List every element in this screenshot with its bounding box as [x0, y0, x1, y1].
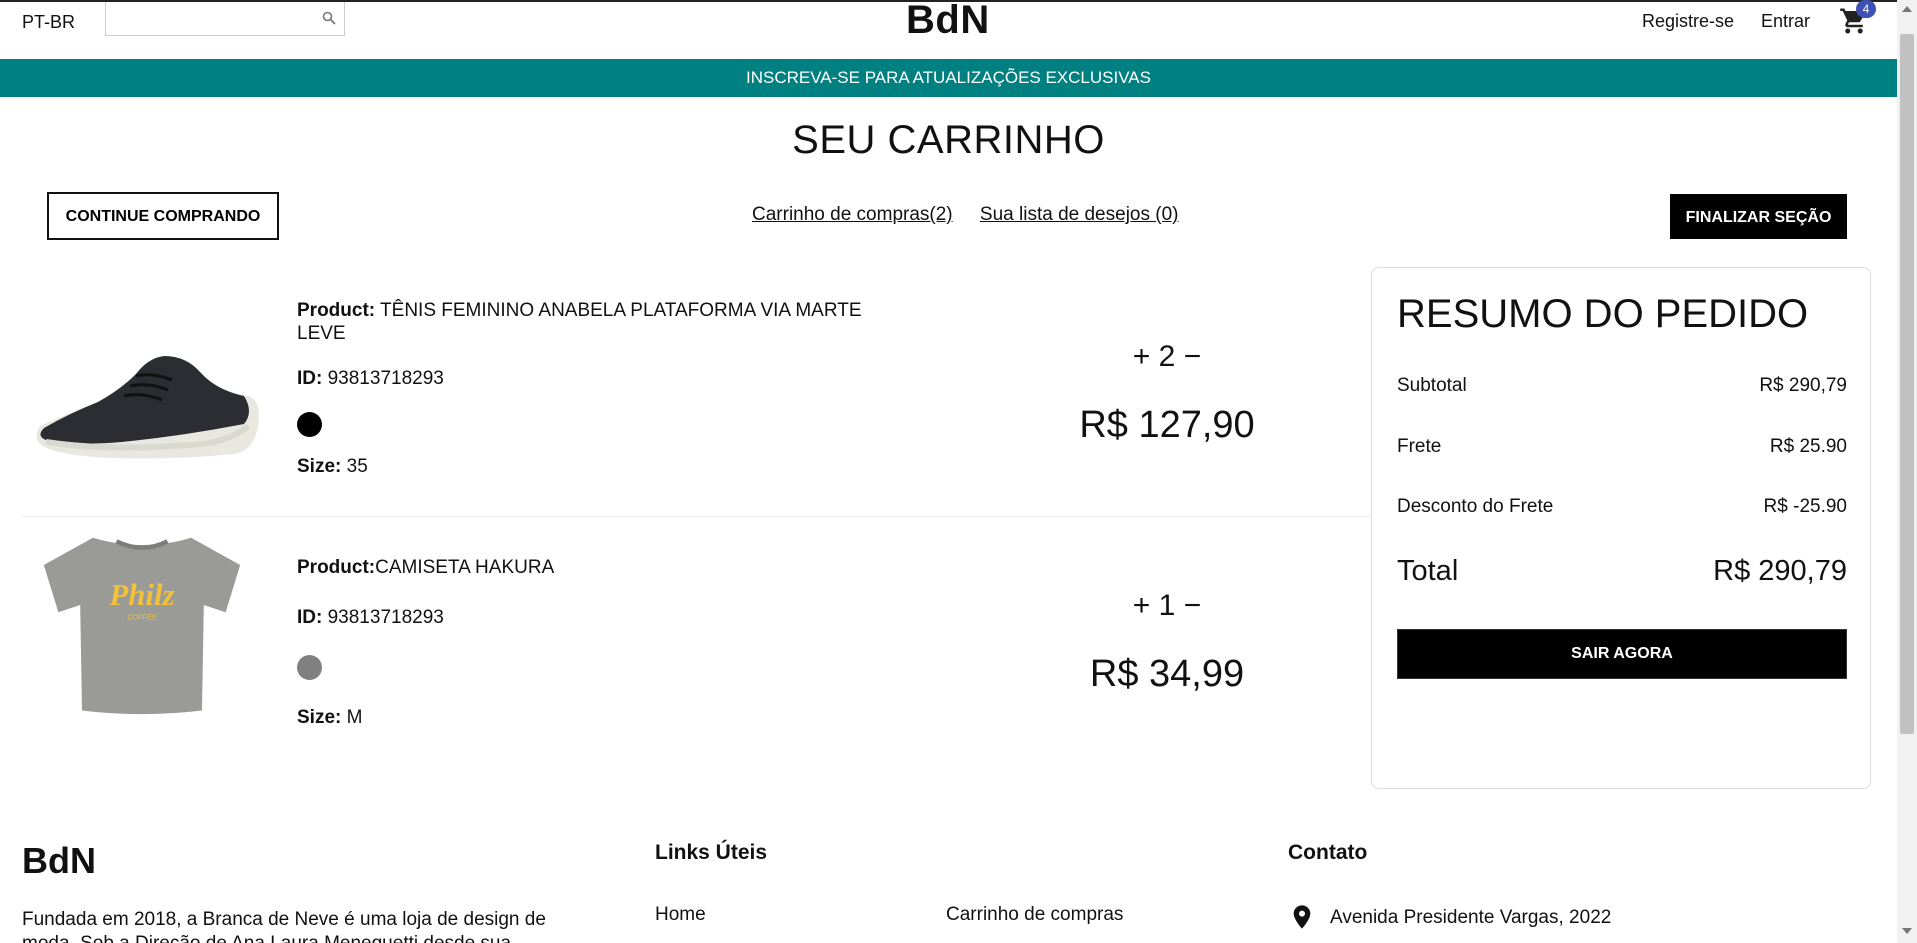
register-link[interactable]: Registre-se [1642, 11, 1734, 32]
links-heading: Links Úteis [655, 841, 768, 864]
footer: BdN Fundada em 2018, a Branca de Neve é … [0, 820, 1897, 943]
shipping-discount-label: Desconto do Frete [1397, 496, 1554, 517]
search-box[interactable] [105, 2, 345, 36]
summary-title: RESUMO DO PEDIDO [1397, 292, 1809, 336]
product-name-line2: LEVE [297, 323, 346, 344]
footer-about-text: Fundada em 2018, a Branca de Neve é uma … [22, 909, 546, 943]
item-price: R$ 34,99 [1089, 653, 1245, 695]
product-image-sneaker[interactable] [22, 276, 262, 476]
top-navbar: PT-BR BdN Registre-se Entrar 4 [0, 0, 1897, 61]
total-row: Total R$ 290,79 [1397, 555, 1847, 588]
finalize-button[interactable]: FINALIZAR SEÇÃO [1670, 194, 1847, 239]
shipping-value: R$ 25.90 [1769, 436, 1847, 457]
search-input[interactable] [112, 7, 316, 31]
contact-address: Avenida Presidente Vargas, 2022 [1330, 907, 1612, 928]
subtotal-row: Subtotal R$ 290,79 [1397, 375, 1847, 397]
tab-shopping-cart[interactable]: Carrinho de compras(2) [752, 204, 953, 225]
quantity-value: 2 [1158, 340, 1176, 373]
scrollbar-thumb[interactable] [1900, 34, 1914, 734]
total-label: Total [1397, 555, 1459, 587]
color-swatch [297, 655, 322, 680]
location-pin-icon [1293, 905, 1311, 929]
promo-banner[interactable]: INSCREVA-SE PARA ATUALIZAÇÕES EXCLUSIVAS [0, 59, 1897, 97]
order-summary: RESUMO DO PEDIDO Subtotal R$ 290,79 Fret… [1371, 267, 1871, 789]
tab-wishlist[interactable]: Sua lista de desejos (0) [980, 204, 1179, 225]
item-price: R$ 127,90 [1079, 404, 1255, 446]
checkout-button[interactable]: SAIR AGORA [1397, 629, 1847, 679]
page-scrollbar[interactable] [1897, 0, 1917, 943]
product-id: ID: 93813718293 [297, 368, 444, 389]
decrease-quantity-button[interactable]: − [1184, 340, 1202, 374]
tshirt-print-text: Philz [108, 577, 174, 612]
shipping-row: Frete R$ 25.90 [1397, 436, 1847, 458]
scroll-down-arrow-icon[interactable] [1902, 928, 1912, 934]
scroll-up-arrow-icon[interactable] [1902, 6, 1912, 12]
shipping-label: Frete [1397, 436, 1442, 457]
quantity-value: 1 [1158, 589, 1176, 622]
brand-logo[interactable]: BdN [906, 0, 990, 43]
tshirt-print-subtext: COFFEE [127, 613, 157, 622]
cart-item: Philz COFFEE Product:CAMISETA HAKURA ID:… [22, 517, 1370, 767]
page-title: SEU CARRINHO [792, 118, 1105, 162]
shipping-discount-row: Desconto do Frete R$ -25.90 [1397, 496, 1847, 518]
product-size: Size: M [297, 707, 363, 728]
cart-count-badge: 4 [1856, 0, 1876, 18]
footer-link-home[interactable]: Home [655, 904, 706, 926]
subtotal-value: R$ 290,79 [1759, 375, 1847, 396]
increase-quantity-button[interactable]: + [1133, 340, 1151, 374]
decrease-quantity-button[interactable]: − [1184, 589, 1202, 623]
cart-tabs: Carrinho de compras(2) Sua lista de dese… [752, 204, 1200, 226]
increase-quantity-button[interactable]: + [1133, 589, 1151, 623]
color-swatch [297, 412, 322, 437]
product-name: Product: TÊNIS FEMININO ANABELA PLATAFOR… [297, 300, 862, 321]
language-selector[interactable]: PT-BR [22, 12, 75, 33]
continue-shopping-button[interactable]: CONTINUE COMPRANDO [47, 192, 279, 240]
page: PT-BR BdN Registre-se Entrar 4 INSCREVA-… [0, 0, 1897, 943]
subtotal-label: Subtotal [1397, 375, 1467, 396]
login-link[interactable]: Entrar [1761, 11, 1810, 32]
search-icon[interactable] [322, 11, 336, 25]
total-value: R$ 290,79 [1713, 555, 1847, 587]
product-size: Size: 35 [297, 456, 368, 477]
product-name: Product:CAMISETA HAKURA [297, 557, 555, 578]
product-image-tshirt[interactable]: Philz COFFEE [22, 525, 262, 725]
shipping-discount-value: R$ -25.90 [1763, 496, 1847, 517]
quantity-stepper: + 1 − [1107, 589, 1227, 623]
product-id: ID: 93813718293 [297, 607, 444, 628]
footer-link-cart[interactable]: Carrinho de compras [946, 904, 1123, 926]
footer-brand: BdN [22, 840, 96, 881]
cart-item: Product: TÊNIS FEMININO ANABELA PLATAFOR… [22, 268, 1370, 517]
contact-heading: Contato [1288, 841, 1368, 864]
quantity-stepper: + 2 − [1107, 340, 1227, 374]
